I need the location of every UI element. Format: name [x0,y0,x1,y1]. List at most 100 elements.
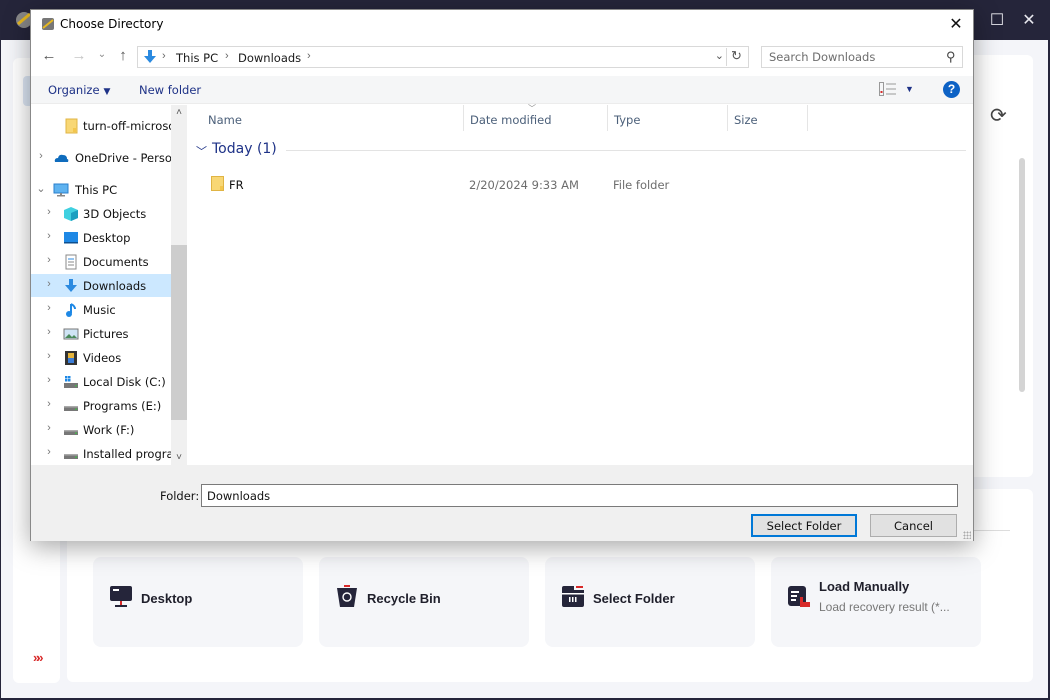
downloads-icon [65,279,77,292]
file-row[interactable]: FR 2/20/2024 9:33 AM File folder [196,173,796,195]
new-folder-button[interactable]: New folder [139,83,201,97]
tree-item-work-f[interactable]: › Work (F:) [31,418,171,441]
drive-icon [64,454,78,459]
tree-item-downloads[interactable]: › Downloads [31,274,171,297]
file-type: File folder [613,178,670,192]
navigation-scrollbar[interactable]: ˄ ˅ [171,105,187,465]
drive-icon [64,430,78,435]
location-label: Load Manually [819,579,910,594]
tree-item-label: Documents [83,255,149,269]
tree-item-label: Downloads [83,279,147,293]
expand-chevron-icon[interactable]: › [44,230,54,242]
breadcrumb-separator[interactable]: › [225,50,229,62]
tree-item-3d-objects[interactable]: › 3D Objects [31,202,171,225]
caret-down-icon: ▼ [103,87,111,97]
column-label: Name [208,113,242,127]
expand-chevron-icon[interactable]: › [36,150,46,162]
folder-input[interactable] [201,484,958,507]
expand-chevron-icon[interactable]: › [44,350,54,362]
address-dropdown-icon[interactable]: ⌄ [715,49,724,62]
maximize-button[interactable]: ☐ [986,10,1008,30]
organize-label: Organize [48,83,100,97]
tree-item-local-disk-c[interactable]: › Local Disk (C:) [31,370,171,393]
organize-button[interactable]: Organize ▼ [48,83,110,97]
location-card-load-manually[interactable]: Load Manually Load recovery result (*... [771,557,981,647]
expand-chevron-icon[interactable]: › [44,374,54,386]
collapse-chevron-icon[interactable]: ⌄ [36,182,46,195]
search-box[interactable]: ⚲ [761,46,963,68]
view-options-dropdown[interactable]: ▼ [905,84,914,94]
tree-item-label: Music [83,303,116,317]
breadcrumb-separator[interactable]: › [162,50,166,62]
navigation-pane: turn-off-microsoft › OneDrive - Personal ⌄ T… [31,105,187,465]
load-file-icon [788,586,810,607]
column-header-type[interactable]: Type [608,105,728,131]
file-list: Name ﹀ Date modified Type Size ﹀ Today (… [188,104,973,465]
column-header-name[interactable]: Name [202,105,464,131]
expand-chevron-icon[interactable]: › [44,278,54,290]
tree-item-documents[interactable]: › Documents [31,250,171,273]
up-button[interactable]: ↑ [113,47,133,64]
tree-item-programs-e[interactable]: › Programs (E:) [31,394,171,417]
search-icon[interactable]: ⚲ [946,49,956,65]
desktop-icon [64,232,78,244]
this-pc-icon [53,183,69,197]
location-card-select-folder[interactable]: Select Folder [545,557,755,647]
forward-button[interactable]: → [69,47,89,64]
help-button[interactable]: ? [943,81,960,98]
tree-item-music[interactable]: › Music [31,298,171,321]
drive-icon [64,406,78,411]
app-close-button[interactable]: ✕ [1018,10,1040,30]
view-details-icon[interactable] [879,82,897,96]
column-header-size[interactable]: Size [728,105,808,131]
tree-item-turn-off-microsoft[interactable]: turn-off-microsoft [31,114,171,137]
breadcrumb-separator[interactable]: › [307,50,311,62]
tree-item-desktop[interactable]: › Desktop [31,226,171,249]
expand-chevron-icon[interactable]: › [44,302,54,314]
address-refresh-icon[interactable]: ↻ [726,48,746,66]
location-card-desktop[interactable]: Desktop [93,557,303,647]
scroll-thumb[interactable] [171,245,187,420]
group-label: Today (1) [212,141,277,157]
location-label: Desktop [141,591,193,606]
group-divider [286,150,966,151]
group-header-today[interactable]: ﹀ Today (1) [196,141,966,161]
expand-chevron-icon[interactable]: › [44,206,54,218]
select-folder-button[interactable]: Select Folder [751,514,857,537]
file-name: FR [229,178,244,192]
tree-item-videos[interactable]: › Videos [31,346,171,369]
tree-item-label: Videos [83,351,122,365]
address-bar[interactable]: › This PC › Downloads › ⌄ ↻ [137,46,749,68]
expand-sidebar-icon[interactable]: »» [33,650,44,665]
tree-item-label: Installed programs [83,447,171,461]
location-card-recycle-bin[interactable]: Recycle Bin [319,557,529,647]
search-input[interactable] [762,47,932,67]
cancel-button[interactable]: Cancel [870,514,957,537]
dialog-close-button[interactable]: ✕ [945,14,967,34]
expand-chevron-icon[interactable]: › [44,422,54,434]
resize-grip[interactable] [963,531,971,539]
refresh-icon[interactable]: ⟳ [990,103,1007,128]
tree-item-pictures[interactable]: › Pictures [31,322,171,345]
expand-chevron-icon[interactable]: › [44,446,54,458]
results-scrollbar[interactable] [1019,158,1025,392]
expand-chevron-icon[interactable]: › [44,326,54,338]
dialog-footer: Folder: Select Folder Cancel [31,465,973,541]
tree-item-onedrive-personal[interactable]: › OneDrive - Personal [31,146,171,169]
command-bar: Organize ▼ New folder ▼ ? [31,76,973,104]
breadcrumb-downloads[interactable]: Downloads [238,51,301,65]
choose-directory-dialog: Choose Directory ✕ ← → ⌄ ↑ › This PC › D… [30,9,974,541]
tree-item-installed-programs[interactable]: › Installed programs [31,442,171,465]
back-button[interactable]: ← [39,47,59,64]
column-header-date-modified[interactable]: ﹀ Date modified [464,104,608,131]
system-drive-icon [64,376,78,388]
scroll-up-arrow[interactable]: ˄ [171,107,187,118]
tree-item-this-pc[interactable]: ⌄ This PC [31,178,171,201]
recent-locations-button[interactable]: ⌄ [92,49,112,60]
location-sublabel: Load recovery result (*... [819,600,950,614]
monitor-icon [110,586,132,607]
expand-chevron-icon[interactable]: › [44,254,54,266]
expand-chevron-icon[interactable]: › [44,398,54,410]
scroll-down-arrow[interactable]: ˅ [171,452,187,463]
breadcrumb-this-pc[interactable]: This PC [176,51,218,65]
